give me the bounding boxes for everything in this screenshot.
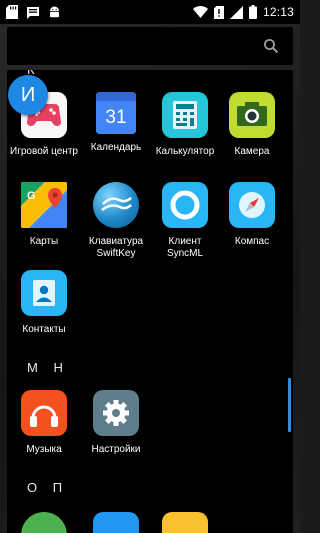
app-drawer[interactable]: К Игровой центр 31 Календарь xyxy=(7,70,293,533)
app-label-line2: SwiftKey xyxy=(96,248,136,259)
fast-scroll-thumb[interactable] xyxy=(288,378,291,432)
sd-card-icon xyxy=(6,5,18,19)
app-label: Музыка xyxy=(26,444,62,455)
clock: 12:13 xyxy=(262,5,294,19)
svg-text:G: G xyxy=(27,190,36,202)
app-icon-partial xyxy=(21,512,67,533)
calculator-icon xyxy=(162,92,208,138)
app-contacts[interactable]: Контакты xyxy=(9,270,79,336)
app-calendar[interactable]: 31 Календарь xyxy=(81,92,151,154)
app-label: Игровой центр xyxy=(10,146,78,157)
app-label: Камера xyxy=(234,146,270,157)
app-icon-partial xyxy=(162,512,208,533)
app-settings[interactable]: Настройки xyxy=(81,390,151,456)
app-camera[interactable]: Камера xyxy=(217,92,287,158)
app-syncml[interactable]: Клиент SyncML xyxy=(150,182,220,260)
app-partial-3[interactable] xyxy=(150,512,220,533)
section-header-op: О П xyxy=(27,480,69,495)
app-label: Калькулятор xyxy=(155,146,215,157)
fast-scroll-letter-bubble: И xyxy=(8,75,48,115)
status-bar: 12:13 xyxy=(0,0,300,24)
app-swiftkey[interactable]: Клавиатура SwiftKey xyxy=(81,182,151,260)
message-icon xyxy=(27,6,39,19)
android-icon xyxy=(50,6,59,18)
search-icon[interactable] xyxy=(263,38,279,54)
app-label: Клиент SyncML xyxy=(166,236,204,259)
system-icons: 12:13 xyxy=(192,5,294,19)
app-label: Контакты xyxy=(22,324,66,335)
app-partial-1[interactable] xyxy=(9,512,79,533)
app-calculator[interactable]: Калькулятор xyxy=(150,92,220,158)
swiftkey-icon xyxy=(93,182,139,228)
signal-icon xyxy=(229,5,243,19)
compass-icon xyxy=(229,182,275,228)
app-label: Настройки xyxy=(91,444,141,455)
music-icon xyxy=(21,390,67,436)
app-label: Карты xyxy=(29,236,59,247)
camera-icon xyxy=(229,92,275,138)
section-header-mn: М Н xyxy=(27,360,69,375)
app-partial-2[interactable] xyxy=(81,512,151,533)
notification-icons xyxy=(6,5,61,19)
search-bar[interactable] xyxy=(7,27,293,65)
wifi-icon xyxy=(192,6,208,18)
calendar-day: 31 xyxy=(96,101,136,134)
syncml-icon xyxy=(162,182,208,228)
app-compass[interactable]: Компас xyxy=(217,182,287,248)
app-maps[interactable]: G Карты xyxy=(9,182,79,248)
app-label: Клавиатура SwiftKey xyxy=(81,236,151,260)
battery-icon xyxy=(248,5,257,19)
app-label: Компас xyxy=(234,236,270,247)
calendar-icon: 31 xyxy=(96,92,136,134)
settings-icon xyxy=(93,390,139,436)
app-icon-partial xyxy=(93,512,139,533)
app-label: Календарь xyxy=(90,142,142,153)
contacts-icon xyxy=(21,270,67,316)
app-music[interactable]: Музыка xyxy=(9,390,79,456)
app-label-line1: Клавиатура xyxy=(88,236,144,247)
no-sim-icon xyxy=(213,5,224,19)
maps-icon: G xyxy=(21,182,67,228)
